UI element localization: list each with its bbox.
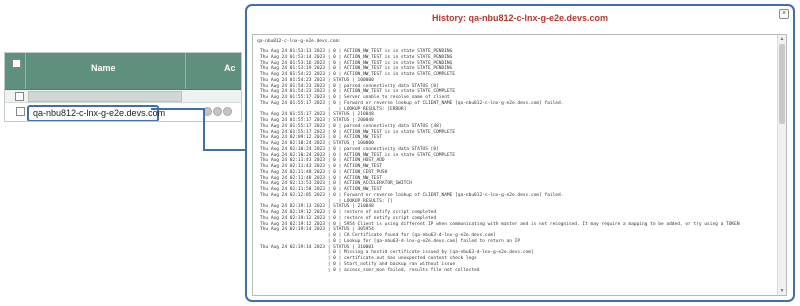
log-scrollbar[interactable]: ▲ ▼ [777, 35, 786, 295]
scroll-thumb[interactable] [779, 44, 785, 124]
log-host-header: qa-nbu812-c-lnx-g-e2e.devs.com: [257, 39, 341, 44]
close-icon[interactable]: × [779, 9, 789, 19]
log-line: | 0 | access_ssmr_mon failed, results fi… [260, 267, 480, 273]
scroll-down-icon[interactable]: ▼ [779, 288, 785, 294]
history-log[interactable]: qa-nbu812-c-lnx-g-e2e.devs.com: Thu Aug … [252, 34, 787, 296]
scroll-up-icon[interactable]: ▲ [779, 36, 785, 42]
log-lines: Thu Aug 24 01:53:13 2023 | 0 | ACTION_NW… [260, 49, 740, 273]
history-dialog: History: qa-nbu812-c-lnx-g-e2e.devs.com … [245, 4, 795, 302]
dialog-title: History: qa-nbu812-c-lnx-g-e2e.devs.com [431, 13, 609, 23]
